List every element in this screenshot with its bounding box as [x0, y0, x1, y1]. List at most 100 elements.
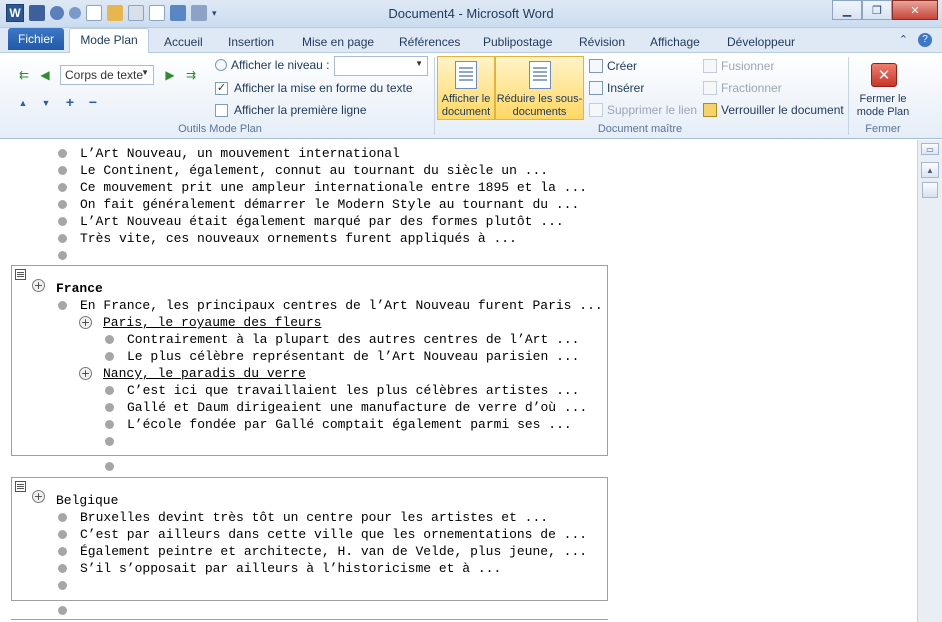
tab-insert[interactable]: Insertion	[228, 32, 274, 52]
checkbox-unchecked-icon[interactable]	[215, 103, 228, 117]
body-text-bullet[interactable]	[105, 335, 114, 344]
outline-line[interactable]: Le Continent, également, connut au tourn…	[80, 162, 548, 179]
create-subdocument-button[interactable]: Créer	[589, 59, 637, 73]
body-text-bullet[interactable]	[58, 547, 67, 556]
body-text-bullet[interactable]	[58, 301, 67, 310]
outline-line[interactable]: Contrairement à la plupart des autres ce…	[127, 331, 579, 348]
unlink-subdocument-button[interactable]: Supprimer le lien	[589, 103, 697, 117]
show-level-dropdown[interactable]: ▼	[334, 56, 428, 76]
help-icon[interactable]: ?	[918, 33, 932, 47]
body-text-bullet[interactable]	[58, 200, 67, 209]
unlink-label: Supprimer le lien	[607, 103, 698, 117]
body-text-bullet[interactable]	[105, 386, 114, 395]
insert-icon	[589, 81, 603, 95]
close-window-button[interactable]: ✕	[892, 0, 938, 20]
checkbox-checked-icon[interactable]: ✓	[215, 81, 228, 95]
body-text-bullet[interactable]	[58, 513, 67, 522]
body-text-bullet[interactable]	[58, 183, 67, 192]
empty-body-bullet[interactable]	[58, 606, 67, 615]
collapse-icon[interactable]: −	[84, 94, 102, 110]
outline-line[interactable]: Ce mouvement prit une ampleur internatio…	[80, 179, 587, 196]
empty-body-bullet[interactable]	[105, 462, 114, 471]
tab-review[interactable]: Révision	[579, 32, 625, 52]
chevron-down-icon: ▼	[141, 68, 149, 77]
title-bar: W ▾ Document4 - Microsoft Word ▁ ❐ ✕	[0, 0, 942, 28]
minimize-button[interactable]: ▁	[832, 0, 862, 20]
body-text-bullet[interactable]	[105, 352, 114, 361]
tab-file[interactable]: Fichier	[8, 28, 64, 50]
outline-line[interactable]: L’Art Nouveau était également marqué par…	[80, 213, 564, 230]
split-subdocument-button[interactable]: Fractionner	[703, 81, 782, 95]
close-outline-button[interactable]: Fermer le mode Plan	[852, 93, 914, 119]
subdocument-icon[interactable]	[15, 481, 26, 492]
demote-icon[interactable]: ▶	[161, 67, 179, 83]
outline-line[interactable]: L’école fondée par Gallé comptait égalem…	[127, 416, 572, 433]
show-document-button[interactable]: Afficher le document	[437, 56, 495, 120]
subdocument-icon[interactable]	[15, 269, 26, 280]
body-text-bullet[interactable]	[58, 530, 67, 539]
heading-france[interactable]: France	[56, 280, 103, 297]
move-up-icon[interactable]: ▲	[14, 95, 32, 111]
collapse-subdocuments-button[interactable]: Réduire les sous-documents	[495, 56, 584, 120]
outline-line[interactable]: On fait généralement démarrer le Modern …	[80, 196, 579, 213]
scroll-up-icon[interactable]: ▲	[921, 162, 939, 178]
body-text-bullet[interactable]	[105, 403, 114, 412]
outline-line[interactable]: C’est par ailleurs dans cette ville que …	[80, 526, 587, 543]
heading-paris[interactable]: Paris, le royaume des fleurs	[103, 314, 321, 331]
promote-to-heading1-icon[interactable]: ⇇	[15, 67, 33, 83]
tab-home[interactable]: Accueil	[164, 32, 203, 52]
body-text-bullet[interactable]	[58, 234, 67, 243]
promote-icon[interactable]: ◀	[36, 67, 54, 83]
empty-body-bullet[interactable]	[105, 437, 114, 446]
heading-belgique[interactable]: Belgique	[56, 492, 118, 509]
outline-line[interactable]: Très vite, ces nouveaux ornements furent…	[80, 230, 517, 247]
outline-line[interactable]: S’il s’opposait par ailleurs à l’histori…	[80, 560, 501, 577]
empty-body-bullet[interactable]	[58, 581, 67, 590]
outline-line[interactable]: Le plus célèbre représentant de l’Art No…	[127, 348, 579, 365]
expand-heading-plus-icon[interactable]: +	[79, 316, 92, 329]
group-separator	[434, 57, 435, 135]
insert-subdocument-button[interactable]: Insérer	[589, 81, 644, 95]
document-area[interactable]: L’Art Nouveau, un mouvement internationa…	[0, 140, 917, 622]
outline-line[interactable]: L’Art Nouveau, un mouvement internationa…	[80, 145, 400, 162]
outline-line[interactable]: En France, les principaux centres de l’A…	[80, 297, 603, 314]
body-text-bullet[interactable]	[105, 420, 114, 429]
body-text-bullet[interactable]	[58, 564, 67, 573]
tab-outline[interactable]: Mode Plan	[69, 28, 149, 53]
vertical-scrollbar[interactable]: ▭ ▲	[917, 140, 942, 622]
unlink-icon	[589, 103, 603, 117]
demote-to-body-text-icon[interactable]: ⇉	[182, 67, 200, 83]
expand-icon[interactable]: +	[61, 94, 79, 110]
outline-line[interactable]: Gallé et Daum dirigeaient une manufactur…	[127, 399, 587, 416]
tab-page-layout[interactable]: Mise en page	[302, 32, 374, 52]
merge-icon	[703, 59, 717, 73]
restore-button[interactable]: ❐	[862, 0, 892, 20]
body-text-bullet[interactable]	[58, 217, 67, 226]
scroll-thumb[interactable]	[922, 182, 938, 198]
tab-view[interactable]: Affichage	[650, 32, 700, 52]
outline-line[interactable]: Également peintre et architecte, H. van …	[80, 543, 587, 560]
close-outline-icon[interactable]: ✕	[871, 63, 897, 87]
lock-document-button[interactable]: Verrouiller le document	[703, 103, 844, 117]
ruler-toggle-icon[interactable]: ▭	[921, 143, 939, 155]
lock-icon	[703, 103, 717, 117]
outline-level-dropdown[interactable]: Corps de texte ▼	[60, 65, 154, 85]
empty-body-bullet[interactable]	[58, 251, 67, 260]
collapse-ribbon-icon[interactable]: ⌃	[899, 33, 908, 47]
body-text-bullet[interactable]	[58, 166, 67, 175]
expand-heading-plus-icon[interactable]: +	[32, 279, 45, 292]
expand-heading-plus-icon[interactable]: +	[32, 490, 45, 503]
tab-references[interactable]: Références	[399, 32, 460, 52]
tab-developer[interactable]: Développeur	[727, 32, 795, 52]
tab-mailings[interactable]: Publipostage	[483, 32, 552, 52]
body-text-bullet[interactable]	[58, 149, 67, 158]
move-down-icon[interactable]: ▼	[37, 95, 55, 111]
expand-heading-plus-icon[interactable]: +	[79, 367, 92, 380]
ribbon: ⇇ ◀ Corps de texte ▼ ▶ ⇉ ▲ ▼ + − Affiche…	[0, 52, 942, 139]
show-first-line-checkbox[interactable]: Afficher la première ligne	[215, 103, 367, 117]
outline-line[interactable]: C’est ici que travaillaient les plus cél…	[127, 382, 579, 399]
show-text-formatting-checkbox[interactable]: ✓ Afficher la mise en forme du texte	[215, 81, 413, 95]
outline-line[interactable]: Bruxelles devint très tôt un centre pour…	[80, 509, 548, 526]
merge-subdocument-button[interactable]: Fusionner	[703, 59, 774, 73]
heading-nancy[interactable]: Nancy, le paradis du verre	[103, 365, 306, 382]
